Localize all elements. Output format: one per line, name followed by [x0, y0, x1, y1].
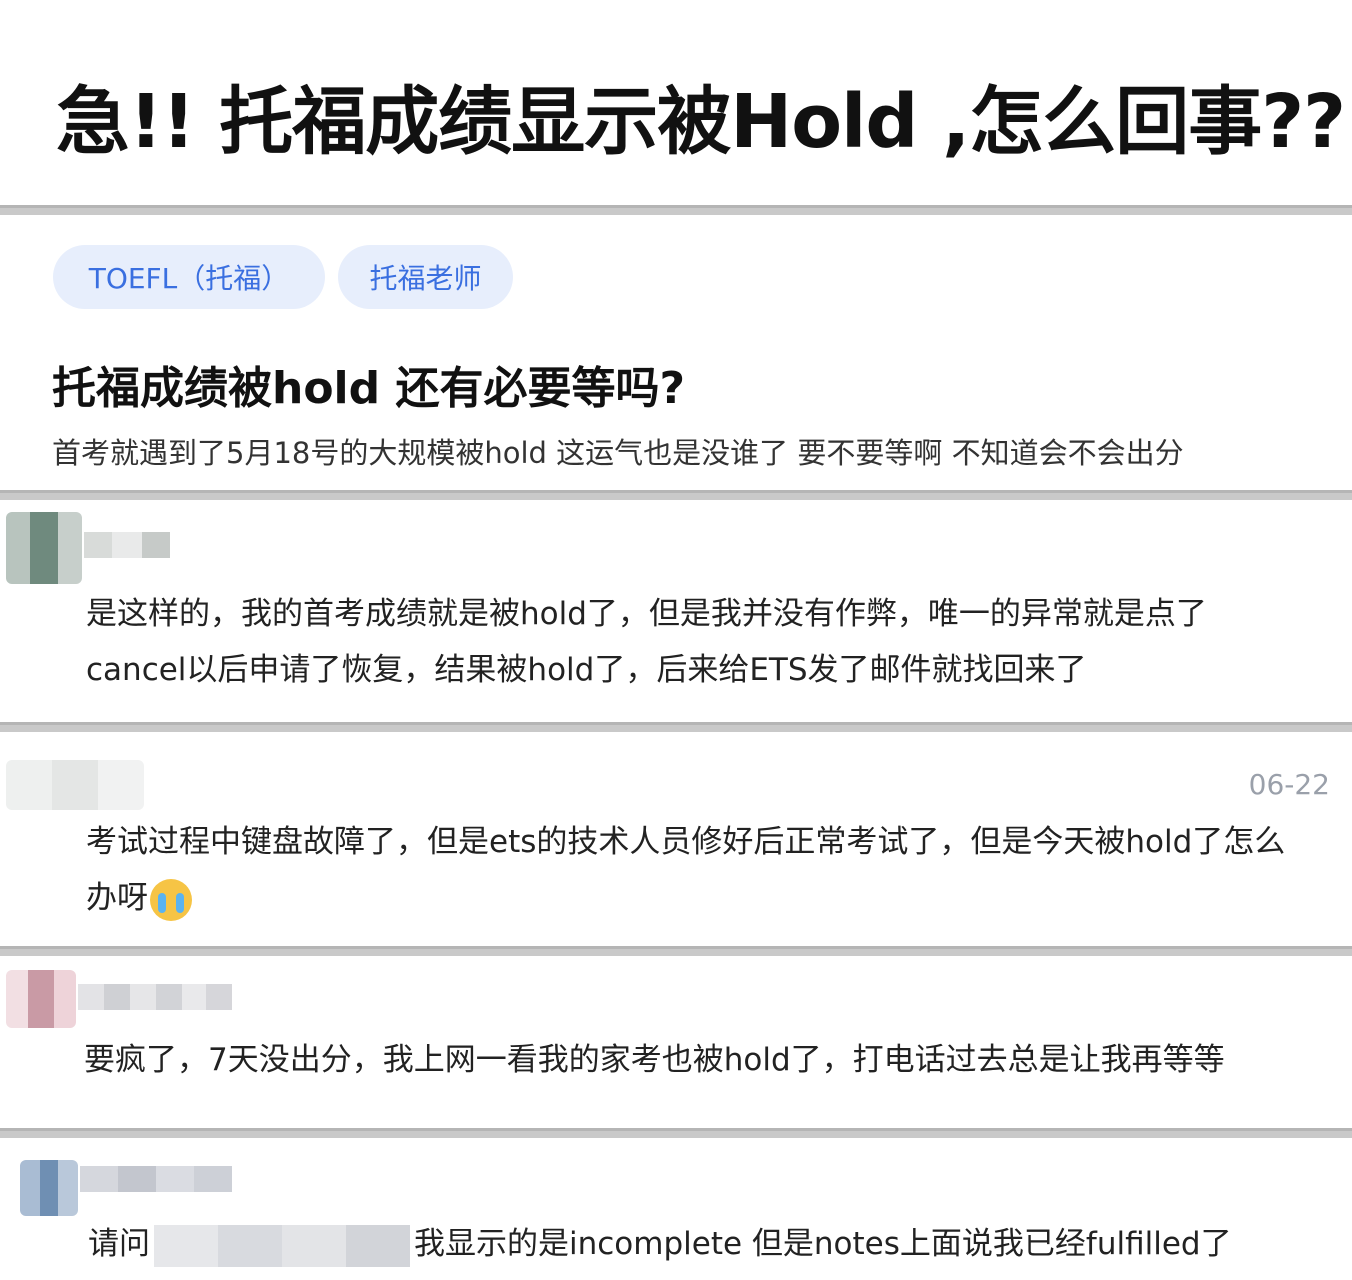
reply-text: 是这样的，我的首考成绩就是被hold了，但是我并没有作弊，唯一的异常就是点了 c…	[86, 596, 1207, 688]
avatar[interactable]	[20, 1160, 78, 1216]
reply-text: 考试过程中键盘故障了，但是ets的技术人员修好后正常考试了，但是今天被hold了…	[86, 814, 1285, 926]
crying-face-icon	[150, 878, 192, 921]
reply-text: 请问 我显示的是incomplete 但是notes上面说我已经fulfilled…	[88, 1216, 1232, 1272]
section-divider	[0, 1128, 1352, 1138]
reply-text: 要疯了，7天没出分，我上网一看我的家考也被hold了，打电话过去总是让我再等等	[84, 1042, 1225, 1078]
reply-date: 06-22	[1248, 768, 1330, 801]
question-body: 首考就遇到了5月18号的大规模被hold 这运气也是没谁了 要不要等啊 不知道会…	[52, 436, 1184, 470]
username-blurred[interactable]	[78, 984, 232, 1010]
section-divider	[0, 205, 1352, 215]
tag-toefl-teacher[interactable]: 托福老师	[338, 245, 513, 309]
blurred-text	[154, 1224, 410, 1267]
avatar[interactable]	[6, 512, 82, 584]
username-blurred[interactable]	[84, 532, 170, 558]
avatar[interactable]	[6, 970, 76, 1028]
page-title: 急!! 托福成绩显示被Hold ,怎么回事??	[56, 79, 1346, 165]
section-divider	[0, 946, 1352, 956]
question-title[interactable]: 托福成绩被hold 还有必要等吗?	[52, 352, 685, 416]
username-blurred[interactable]	[80, 1166, 232, 1192]
avatar[interactable]	[6, 760, 144, 810]
section-divider	[0, 722, 1352, 732]
section-divider	[0, 490, 1352, 500]
tag-toefl[interactable]: TOEFL（托福）	[53, 245, 325, 309]
